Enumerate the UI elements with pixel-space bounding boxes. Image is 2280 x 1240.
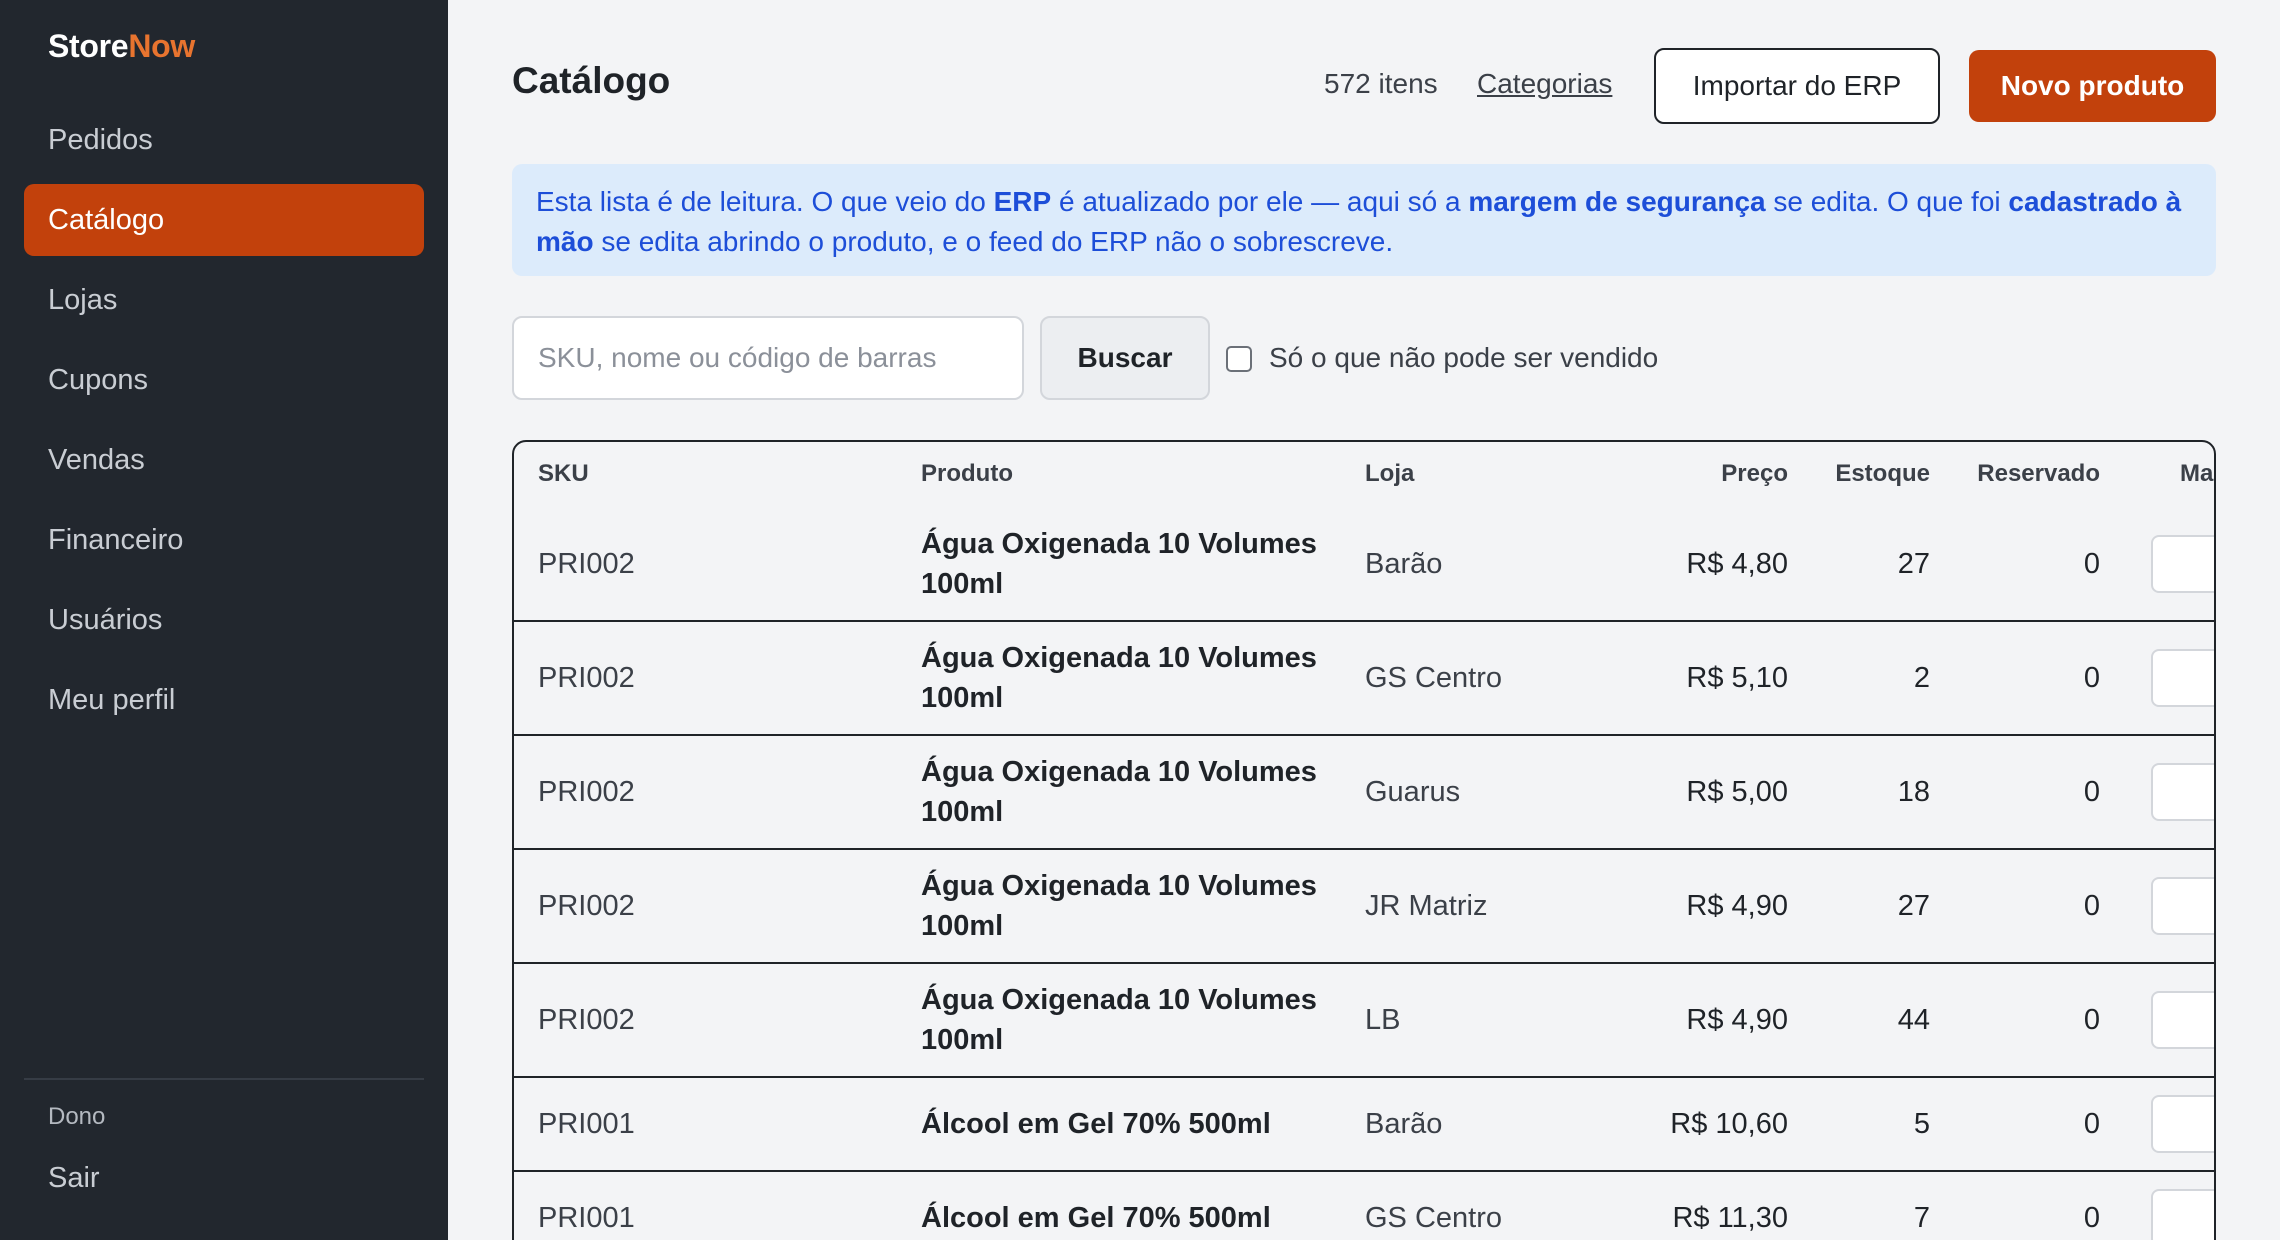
info-text-4: se edita abrindo o produto, e o feed do … (593, 226, 1394, 257)
reserved-cell: 0 (2083, 1107, 2100, 1140)
column-header-reserved: Reservado (1977, 460, 2100, 487)
user-role: Dono (48, 1103, 106, 1130)
unsellable-filter-label[interactable]: Só o que não pode ser vendido (1269, 342, 1658, 374)
reserved-cell: 0 (2083, 547, 2100, 580)
column-header-price: Preço (1721, 460, 1788, 487)
product-name-cell: Água Oxigenada 10 Volumes 100ml (921, 642, 1317, 714)
info-banner: Esta lista é de leitura. O que veio do E… (512, 164, 2216, 276)
product-name-cell: Água Oxigenada 10 Volumes 100ml (921, 756, 1317, 828)
stock-cell: 7 (1913, 1201, 1930, 1234)
price-cell: R$ 5,00 (1686, 775, 1788, 808)
store-cell: JR Matriz (1365, 889, 1488, 922)
column-header-margin: Ma (2180, 460, 2214, 487)
table-row[interactable]: PRI002 Água Oxigenada 10 Volumes 100ml Bar… (514, 508, 2214, 622)
stock-cell: 27 (1897, 889, 1930, 922)
stock-cell: 5 (1913, 1107, 1930, 1140)
stock-cell: 44 (1897, 1003, 1930, 1036)
sku-cell: PRI001 (538, 1107, 635, 1140)
reserved-cell: 0 (2083, 889, 2100, 922)
sidebar-item-cupons[interactable]: Cupons (24, 344, 424, 416)
store-cell: GS Centro (1365, 661, 1502, 694)
column-header-stock: Estoque (1835, 460, 1930, 487)
sidebar-item-meu-perfil[interactable]: Meu perfil (24, 664, 424, 736)
sidebar-divider (24, 1078, 424, 1080)
sku-cell: PRI002 (538, 661, 635, 694)
sidebar-item-catálogo[interactable]: Catálogo (24, 184, 424, 256)
table-row[interactable]: PRI002 Água Oxigenada 10 Volumes 100ml LB R… (514, 964, 2214, 1078)
price-cell: R$ 4,90 (1686, 889, 1788, 922)
column-header-product: Produto (921, 460, 1013, 487)
price-cell: R$ 4,90 (1686, 1003, 1788, 1036)
column-header-store: Loja (1365, 460, 1415, 487)
page-title: Catálogo (512, 60, 671, 101)
stock-cell: 2 (1913, 661, 1930, 694)
price-cell: R$ 5,10 (1686, 661, 1788, 694)
store-cell: Barão (1365, 547, 1443, 580)
price-cell: R$ 10,60 (1670, 1107, 1788, 1140)
safety-margin-input[interactable]: 0 (2151, 649, 2214, 707)
price-cell: R$ 11,30 (1672, 1201, 1788, 1234)
reserved-cell: 0 (2083, 661, 2100, 694)
safety-margin-input[interactable]: 0 (2151, 535, 2214, 593)
new-product-button[interactable]: Novo produto (1969, 50, 2216, 122)
stock-cell: 27 (1897, 547, 1930, 580)
info-bold-margin: margem de segurança (1468, 186, 1766, 217)
sku-cell: PRI002 (538, 547, 635, 580)
sidebar-item-vendas[interactable]: Vendas (24, 424, 424, 496)
product-name-cell: Água Oxigenada 10 Volumes 100ml (921, 870, 1317, 942)
store-cell: Barão (1365, 1107, 1443, 1140)
safety-margin-input[interactable]: 0 (2151, 1095, 2214, 1153)
reserved-cell: 0 (2083, 1201, 2100, 1234)
search-button[interactable]: Buscar (1040, 316, 1210, 400)
import-erp-button[interactable]: Importar do ERP (1654, 48, 1940, 124)
sidebar-item-financeiro[interactable]: Financeiro (24, 504, 424, 576)
sku-cell: PRI001 (538, 1201, 635, 1234)
table-row[interactable]: PRI002 Água Oxigenada 10 Volumes 100ml Gua… (514, 736, 2214, 850)
product-name-cell: Álcool em Gel 70% 500ml (921, 1108, 1271, 1140)
product-name-cell: Álcool em Gel 70% 500ml (921, 1202, 1271, 1234)
product-name-cell: Água Oxigenada 10 Volumes 100ml (921, 528, 1317, 600)
stock-cell: 18 (1897, 775, 1930, 808)
unsellable-filter-checkbox[interactable] (1226, 346, 1252, 372)
store-cell: LB (1365, 1003, 1401, 1036)
sidebar-item-pedidos[interactable]: Pedidos (24, 104, 424, 176)
categories-link[interactable]: Categorias (1477, 68, 1612, 100)
safety-margin-input[interactable]: 0 (2151, 763, 2214, 821)
safety-margin-input[interactable]: 0 (2151, 1189, 2214, 1240)
brand-name-accent: Now (128, 28, 195, 64)
brand-logo[interactable]: StoreNow (48, 28, 195, 65)
table-header: SKU Produto Loja Preço Estoque Reservado… (514, 442, 2214, 508)
search-input[interactable] (512, 316, 1024, 400)
reserved-cell: 0 (2083, 1003, 2100, 1036)
logout-link[interactable]: Sair (48, 1162, 100, 1195)
info-text-3: se edita. O que foi (1765, 186, 2009, 217)
table-row[interactable]: PRI002 Água Oxigenada 10 Volumes 100ml GS … (514, 622, 2214, 736)
info-bold-erp: ERP (993, 186, 1052, 217)
safety-margin-input[interactable]: 0 (2151, 991, 2214, 1049)
sidebar-item-lojas[interactable]: Lojas (24, 264, 424, 336)
sku-cell: PRI002 (538, 889, 635, 922)
column-header-sku: SKU (538, 460, 589, 487)
sku-cell: PRI002 (538, 775, 635, 808)
table-row[interactable]: PRI001 Álcool em Gel 70% 500ml Barão R$ 10,… (514, 1078, 2214, 1172)
info-text-1: Esta lista é de leitura. O que veio do (536, 186, 994, 217)
brand-name-primary: Store (48, 28, 129, 64)
product-name-cell: Água Oxigenada 10 Volumes 100ml (921, 984, 1317, 1056)
sku-cell: PRI002 (538, 1003, 635, 1036)
catalog-table: SKU Produto Loja Preço Estoque Reservado… (512, 440, 2216, 1240)
store-cell: Guarus (1365, 775, 1461, 808)
sidebar: StoreNow Pedidos Catálogo Lojas Cupons Venda… (0, 0, 448, 1240)
reserved-cell: 0 (2083, 775, 2100, 808)
item-count: 572 itens (1324, 68, 1438, 99)
info-text-2: é atualizado por ele — aqui só a (1051, 186, 1469, 217)
table-row[interactable]: PRI002 Água Oxigenada 10 Volumes 100ml JR … (514, 850, 2214, 964)
sidebar-item-usuários[interactable]: Usuários (24, 584, 424, 656)
price-cell: R$ 4,80 (1686, 547, 1788, 580)
safety-margin-input[interactable]: 0 (2151, 877, 2214, 935)
table-row[interactable]: PRI001 Álcool em Gel 70% 500ml GS Centro R$… (514, 1172, 2214, 1240)
sidebar-nav: Pedidos Catálogo Lojas Cupons Vendas Financei… (24, 104, 424, 744)
store-cell: GS Centro (1365, 1201, 1502, 1234)
